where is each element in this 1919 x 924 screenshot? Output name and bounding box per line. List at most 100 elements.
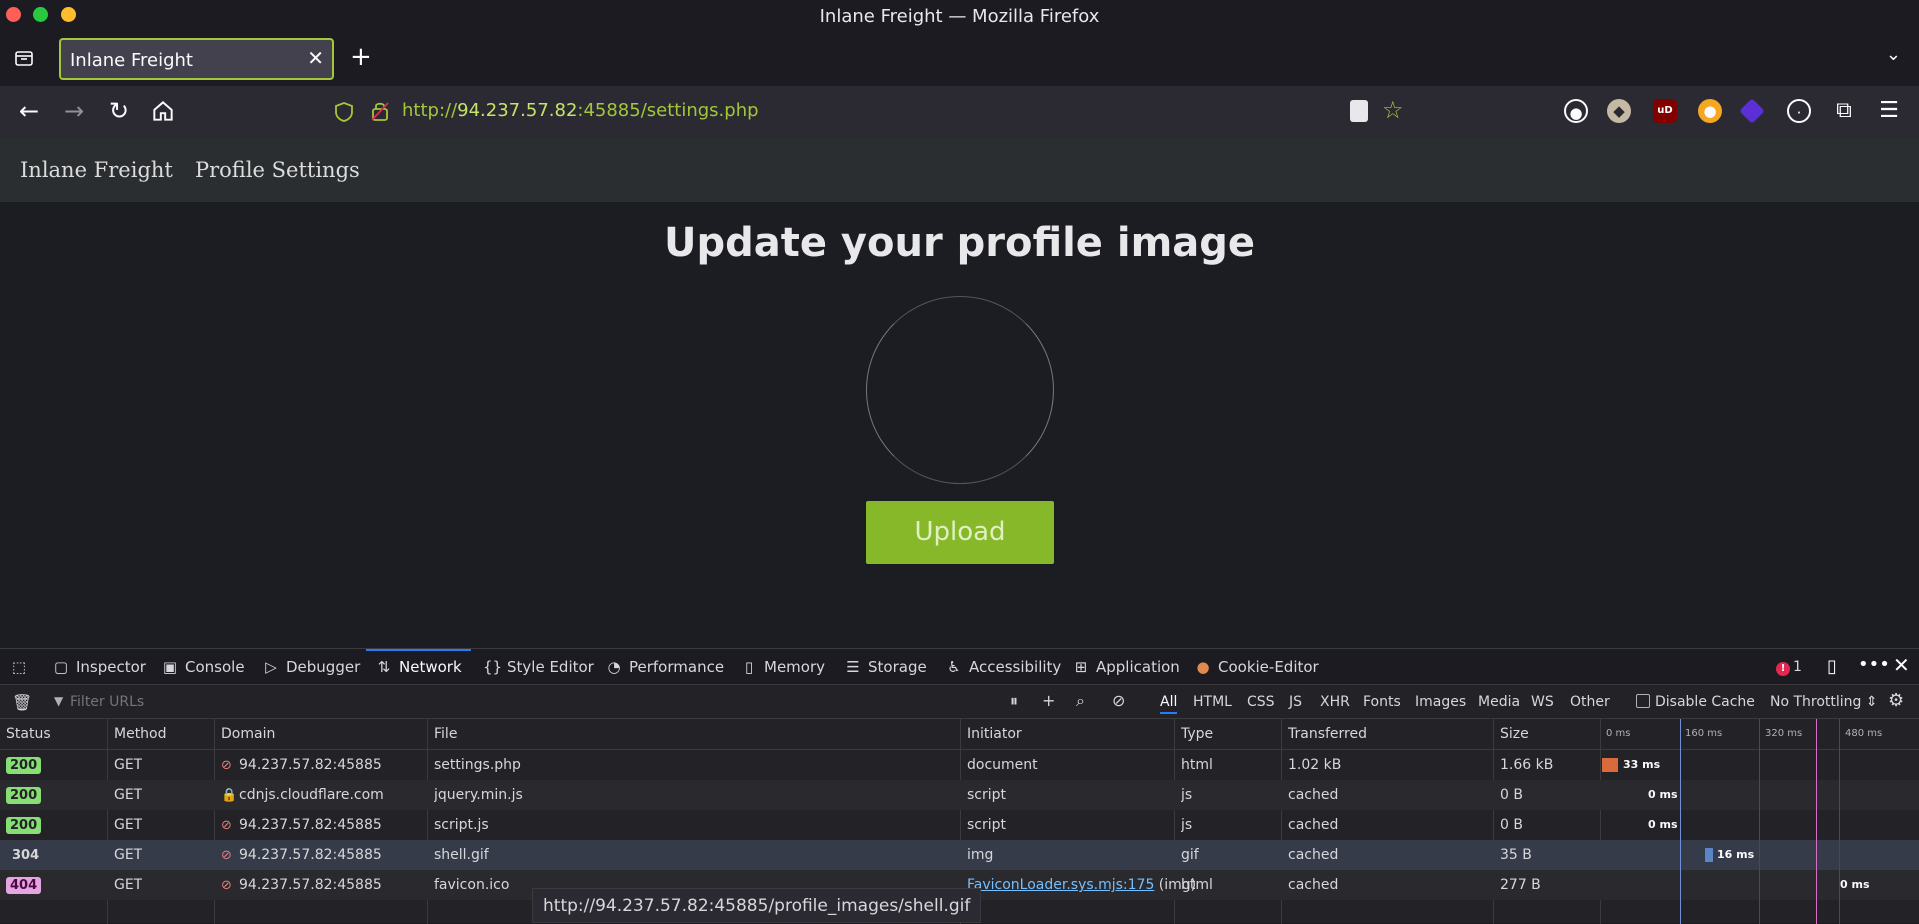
- tracking-shield-icon[interactable]: [334, 101, 354, 123]
- col-size[interactable]: Size: [1500, 726, 1529, 742]
- row-initiator: img: [967, 847, 994, 863]
- row-method: GET: [114, 847, 143, 863]
- tab-overflow-icon[interactable]: ⌄: [1886, 44, 1901, 65]
- cookie-editor-icon: ●: [1196, 658, 1210, 676]
- devtools-tab-accessibility[interactable]: ♿ Accessibility: [945, 649, 1061, 685]
- add-filter-icon[interactable]: +: [1042, 691, 1055, 710]
- page-heading: Update your profile image: [664, 220, 1255, 266]
- row-domain: 🔒 cdnjs.cloudflare.com: [221, 787, 384, 803]
- application-icon: ⊞: [1074, 658, 1088, 676]
- devtools-tab-console[interactable]: ▣ Console: [161, 649, 245, 685]
- col-initiator[interactable]: Initiator: [967, 726, 1022, 742]
- responsive-design-icon[interactable]: ▯: [1827, 656, 1837, 677]
- active-tab[interactable]: Inlane Freight ✕: [59, 38, 334, 80]
- type-filter-images[interactable]: Images: [1415, 694, 1466, 710]
- waterfall-bar: [1602, 758, 1618, 772]
- disable-cache-checkbox[interactable]: Disable Cache: [1636, 694, 1755, 710]
- forward-button[interactable]: →: [61, 98, 87, 124]
- row-size: 1.66 kB: [1500, 757, 1554, 773]
- timeline-tick: 320 ms: [1765, 728, 1803, 739]
- col-file[interactable]: File: [434, 726, 457, 742]
- table-row[interactable]: 200 GET ⊘ 94.237.57.82:45885 settings.php…: [0, 750, 1919, 780]
- type-filter-xhr[interactable]: XHR: [1320, 694, 1350, 710]
- type-filter-other[interactable]: Other: [1570, 694, 1610, 710]
- extension-diamond-icon[interactable]: [1739, 98, 1765, 124]
- new-tab-button[interactable]: +: [350, 42, 372, 72]
- status-url-tooltip: http://94.237.57.82:45885/profile_images…: [532, 888, 982, 923]
- back-button[interactable]: ←: [16, 98, 42, 124]
- timeline-tick: 480 ms: [1845, 728, 1883, 739]
- performance-icon: ◔: [607, 658, 621, 676]
- col-method[interactable]: Method: [114, 726, 167, 742]
- search-icon[interactable]: ⌕: [1076, 691, 1085, 711]
- type-filter-all[interactable]: All: [1160, 694, 1178, 714]
- nav-brand-link[interactable]: Inlane Freight: [20, 158, 173, 182]
- row-type: js: [1181, 787, 1193, 803]
- timeline-tick: 0 ms: [1606, 728, 1631, 739]
- tab-list-icon[interactable]: [14, 48, 34, 68]
- devtools-close-icon[interactable]: ✕: [1893, 653, 1910, 677]
- type-filter-media[interactable]: Media: [1478, 694, 1520, 710]
- col-transferred[interactable]: Transferred: [1288, 726, 1367, 742]
- console-icon: ▣: [162, 658, 178, 676]
- devtools-tab-inspector[interactable]: ▢ Inspector: [52, 649, 146, 685]
- insecure-lock-icon[interactable]: [370, 100, 390, 122]
- initiator-link[interactable]: FaviconLoader.sys.mjs:175: [967, 877, 1154, 893]
- table-row[interactable]: 304 GET ⊘ 94.237.57.82:45885 shell.gif im…: [0, 840, 1919, 870]
- tab-close-icon[interactable]: ✕: [307, 46, 324, 70]
- nav-profile-settings-link[interactable]: Profile Settings: [195, 158, 360, 182]
- page-content: Inlane Freight Profile Settings Update y…: [0, 138, 1919, 648]
- profile-image-frame[interactable]: [866, 296, 1054, 484]
- network-settings-gear-icon[interactable]: ⚙: [1888, 690, 1904, 711]
- extension-fox-icon[interactable]: ◆: [1607, 99, 1631, 123]
- devtools-tab-application[interactable]: ⊞ Application: [1072, 649, 1180, 685]
- devtools-tab-network[interactable]: ⇅ Network: [375, 649, 462, 685]
- devtools-tab-memory[interactable]: ▯ Memory: [740, 649, 825, 685]
- devtools-tab-style-editor[interactable]: {} Style Editor: [483, 649, 594, 685]
- devtools-tab-cookie-editor[interactable]: ● Cookie-Editor: [1194, 649, 1318, 685]
- row-transferred: 1.02 kB: [1288, 757, 1342, 773]
- type-filter-html[interactable]: HTML: [1193, 694, 1232, 710]
- pause-icon[interactable]: ⏸: [1010, 691, 1018, 711]
- reader-view-icon[interactable]: [1350, 100, 1368, 122]
- more-options-icon[interactable]: •••: [1858, 654, 1890, 675]
- ublock-origin-icon[interactable]: uD: [1653, 99, 1677, 123]
- account-icon[interactable]: ●: [1564, 99, 1588, 123]
- devtools-tab-storage[interactable]: ☰ Storage: [844, 649, 926, 685]
- debugger-icon: ▷: [265, 658, 277, 676]
- devtools-tab-performance[interactable]: ◔ Performance: [605, 649, 724, 685]
- block-icon[interactable]: ⊘: [1112, 691, 1125, 710]
- filter-urls-input[interactable]: [52, 692, 992, 712]
- error-count-badge[interactable]: ! 1: [1776, 659, 1802, 676]
- upload-button[interactable]: Upload: [866, 501, 1054, 564]
- table-row[interactable]: 200 GET ⊘ 94.237.57.82:45885 script.js sc…: [0, 810, 1919, 840]
- reload-button[interactable]: ↻: [106, 98, 132, 124]
- extensions-puzzle-icon[interactable]: ⧉: [1832, 99, 1856, 123]
- table-row[interactable]: 200 GET 🔒 cdnjs.cloudflare.com jquery.min…: [0, 780, 1919, 810]
- type-filter-ws[interactable]: WS: [1531, 694, 1554, 710]
- row-file: jquery.min.js: [434, 787, 523, 803]
- col-type[interactable]: Type: [1181, 726, 1213, 742]
- cookie-icon[interactable]: ·: [1787, 99, 1811, 123]
- url-path: :45885/settings.php: [577, 100, 759, 121]
- throttling-select[interactable]: No Throttling ⇕: [1770, 694, 1878, 710]
- network-icon: ⇅: [377, 658, 391, 676]
- extension-orange-icon[interactable]: ●: [1698, 99, 1722, 123]
- error-icon: !: [1776, 662, 1790, 676]
- row-method: GET: [114, 877, 143, 893]
- col-domain[interactable]: Domain: [221, 726, 275, 742]
- home-icon[interactable]: [150, 98, 176, 124]
- row-type: js: [1181, 817, 1193, 833]
- type-filter-js[interactable]: JS: [1289, 694, 1302, 710]
- url-bar[interactable]: http://94.237.57.82:45885/settings.php: [402, 100, 759, 121]
- type-filter-fonts[interactable]: Fonts: [1363, 694, 1401, 710]
- element-picker-icon[interactable]: ⬚: [10, 649, 34, 685]
- hamburger-menu-icon[interactable]: ☰: [1877, 99, 1901, 123]
- clear-trash-icon[interactable]: 🗑: [12, 693, 32, 712]
- row-domain: ⊘ 94.237.57.82:45885: [221, 817, 382, 833]
- devtools-tab-debugger[interactable]: ▷ Debugger: [262, 649, 360, 685]
- type-filter-css[interactable]: CSS: [1247, 694, 1275, 710]
- bookmark-star-icon[interactable]: ☆: [1382, 96, 1404, 124]
- col-status[interactable]: Status: [6, 726, 51, 742]
- status-badge: 200: [6, 787, 42, 804]
